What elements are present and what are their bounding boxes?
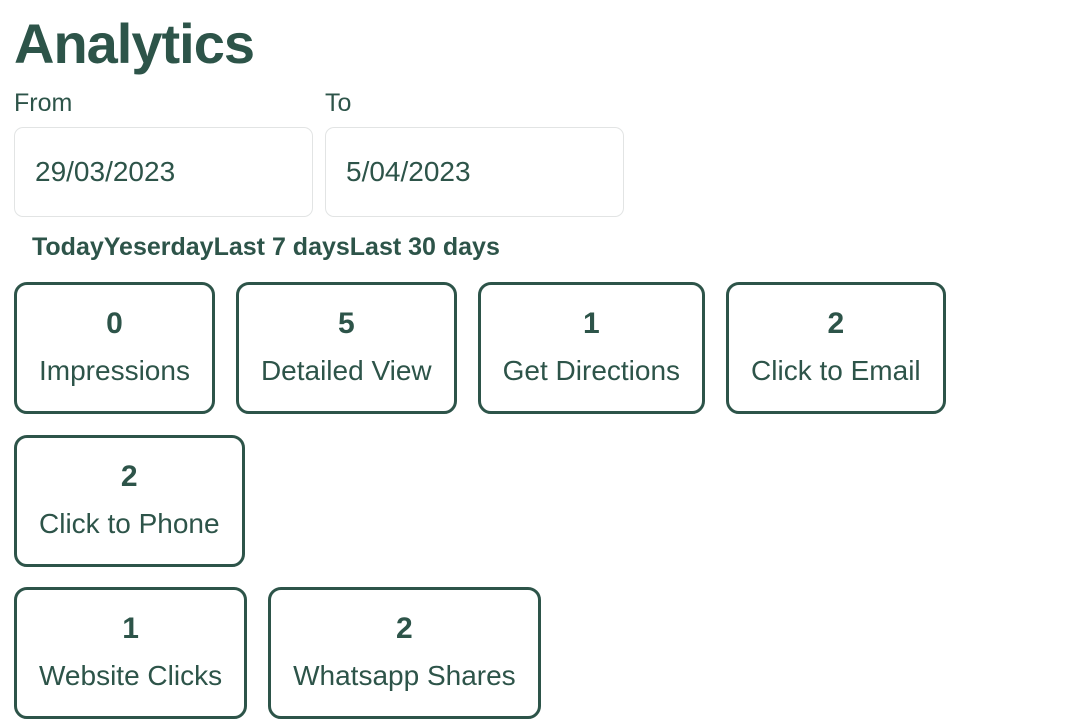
stat-value: 0	[106, 306, 123, 340]
stat-value: 2	[120, 459, 138, 493]
stat-value: 2	[396, 611, 413, 645]
to-date-input[interactable]	[325, 126, 624, 217]
stat-card-website-clicks[interactable]: 1 Website Clicks	[14, 586, 248, 719]
page-title: Analytics	[14, 12, 255, 75]
stat-label: Get Directions	[502, 354, 681, 386]
stat-value: 2	[827, 306, 845, 340]
quick-range-today[interactable]: Today	[32, 231, 104, 264]
stat-label: Click to Email	[751, 354, 921, 386]
stat-card-click-to-phone[interactable]: 2 Click to Phone	[14, 434, 245, 567]
stat-card-click-to-email[interactable]: 2 Click to Email	[726, 281, 946, 414]
stat-label: Whatsapp Shares	[293, 659, 516, 691]
quick-range-last-7-days[interactable]: Last 7 days	[214, 231, 350, 264]
from-date-field: From	[14, 90, 313, 217]
stat-cards-row-one: 0 Impressions 5 Detailed View 1 Get Dire…	[14, 281, 1058, 567]
from-date-label: From	[14, 89, 73, 118]
analytics-page: Analytics From To Today Yeserday Last 7 …	[0, 0, 1072, 719]
stat-label: Impressions	[39, 354, 190, 386]
date-range-row: From To	[14, 90, 1058, 217]
to-date-label: To	[325, 89, 352, 118]
from-date-input[interactable]	[14, 126, 313, 217]
stat-value: 1	[583, 306, 600, 340]
stat-card-detailed-view[interactable]: 5 Detailed View	[235, 281, 457, 414]
stat-cards-row-two: 1 Website Clicks 2 Whatsapp Shares	[14, 586, 1058, 719]
stat-value: 1	[122, 611, 139, 645]
quick-range-yesterday[interactable]: Yeserday	[104, 231, 214, 264]
quick-range-links: Today Yeserday Last 7 days Last 30 days	[14, 231, 1058, 264]
stat-card-get-directions[interactable]: 1 Get Directions	[477, 281, 706, 414]
stat-label: Click to Phone	[39, 507, 220, 539]
stat-label: Detailed View	[260, 354, 432, 386]
stat-label: Website Clicks	[39, 659, 223, 691]
stat-card-whatsapp-shares[interactable]: 2 Whatsapp Shares	[268, 586, 541, 719]
to-date-field: To	[325, 90, 624, 217]
stat-card-impressions[interactable]: 0 Impressions	[14, 281, 215, 414]
stat-value: 5	[337, 306, 355, 340]
quick-range-last-30-days[interactable]: Last 30 days	[350, 231, 500, 264]
